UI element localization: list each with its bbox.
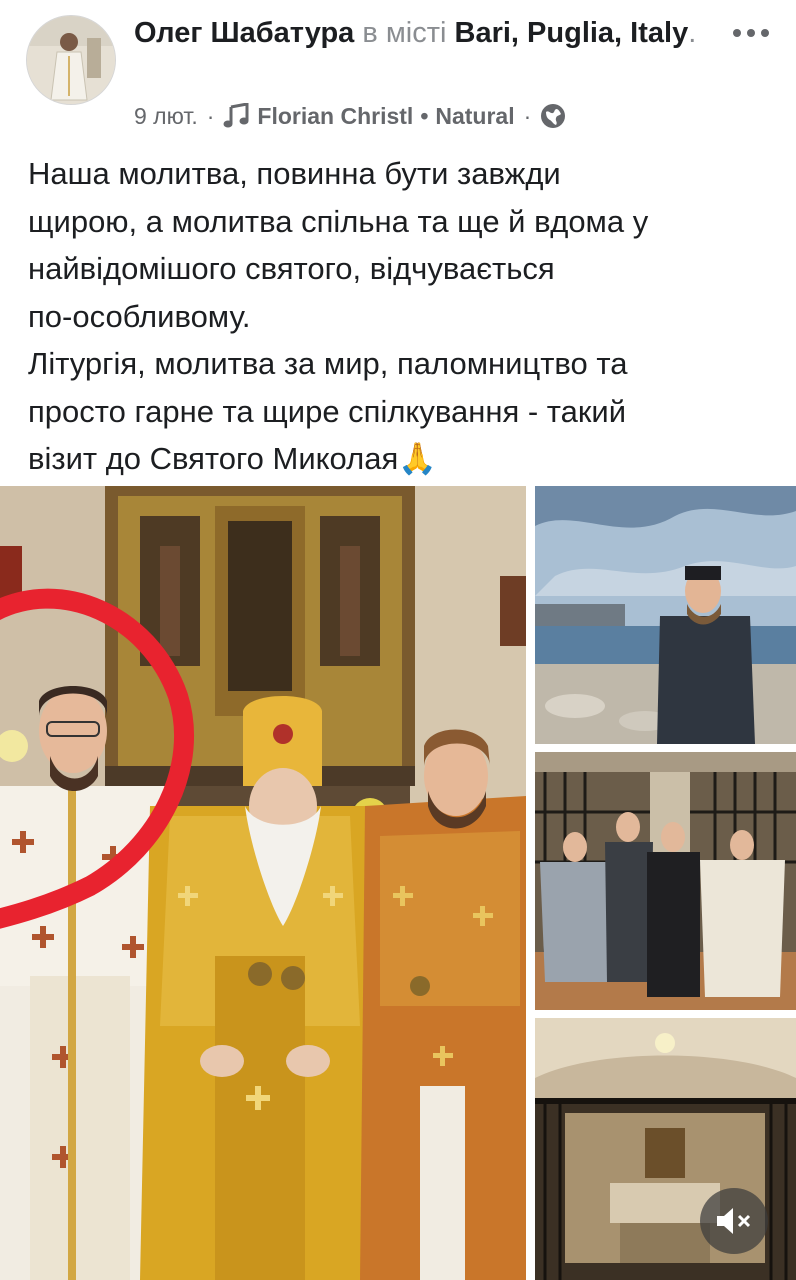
more-options-button[interactable] bbox=[726, 20, 776, 46]
group-at-grating-photo[interactable] bbox=[535, 752, 796, 1010]
music-note-icon bbox=[223, 103, 249, 128]
author-name[interactable]: Олег Шабатура bbox=[134, 17, 354, 49]
post-header: Олег Шабатура в місті Bari, Puglia, Ital… bbox=[0, 0, 796, 140]
post-text-line: Наша молитва, повинна бути завжди bbox=[28, 156, 561, 191]
author-avatar[interactable] bbox=[26, 15, 116, 105]
post-text-line: щирою, а молитва спільна та ще й вдома у bbox=[28, 203, 649, 239]
post-text: Наша молитва, повинна бути завжди щирою,… bbox=[28, 150, 778, 483]
post-text-line: найвідомішого святого, відчувається bbox=[28, 251, 555, 286]
speaker-muted-icon bbox=[717, 1208, 751, 1234]
music-artist: Florian Christl bbox=[257, 102, 414, 129]
photo-gallery bbox=[0, 486, 796, 1280]
meta-separator: · bbox=[206, 102, 215, 129]
post-text-line: просто гарне та щире спілкування - такий bbox=[28, 393, 627, 429]
music-attribution[interactable]: Florian Christl • Natural bbox=[223, 102, 515, 130]
location-prefix: в місті bbox=[362, 17, 447, 49]
more-dot bbox=[733, 29, 741, 37]
music-title: Natural bbox=[435, 102, 515, 129]
location-suffix: . bbox=[688, 17, 697, 49]
more-dot bbox=[747, 29, 755, 37]
post-date[interactable]: 9 лют. bbox=[134, 103, 198, 130]
post-text-line: візит до Святого Миколая🙏 bbox=[28, 441, 437, 476]
post-text-line: Літургія, молитва за мир, паломництво та bbox=[28, 346, 628, 381]
mute-button[interactable] bbox=[700, 1188, 768, 1254]
post-meta: 9 лют. · Florian Christl • Natural · bbox=[134, 100, 566, 132]
meta-separator-2: · bbox=[523, 102, 532, 129]
post-author-line: Олег Шабатура в місті Bari, Puglia, Ital… bbox=[134, 14, 714, 52]
post-text-line: по-особливому. bbox=[28, 298, 251, 334]
seaside-portrait-photo[interactable] bbox=[535, 486, 796, 744]
location-link[interactable]: Bari, Puglia, Italy bbox=[455, 17, 689, 49]
main-photo[interactable] bbox=[0, 486, 526, 1280]
globe-icon bbox=[541, 104, 566, 128]
more-dot bbox=[761, 29, 769, 37]
